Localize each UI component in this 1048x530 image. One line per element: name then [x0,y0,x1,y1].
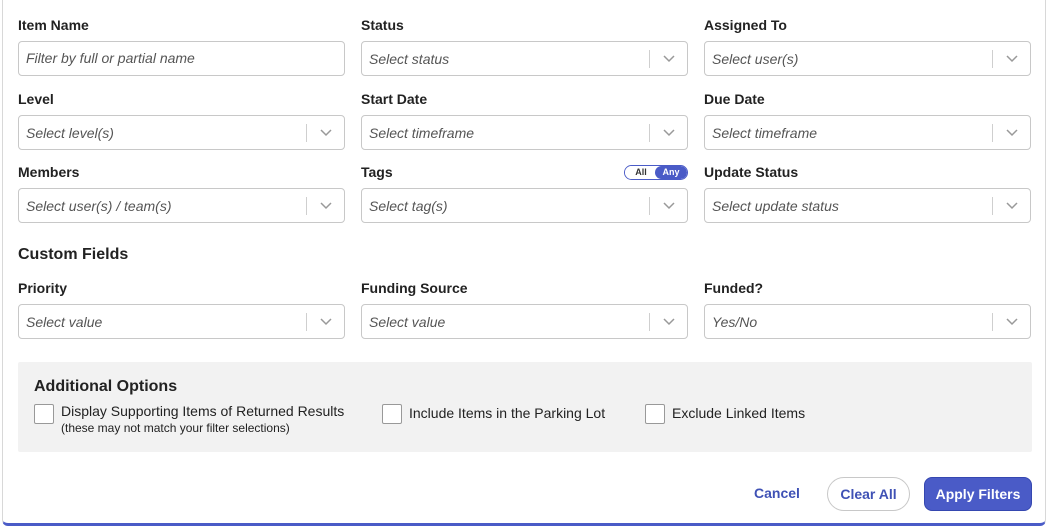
funding-source-label: Funding Source [361,280,468,296]
assigned-to-select[interactable]: Select user(s) [704,41,1031,76]
select-separator [649,124,650,142]
start-date-placeholder: Select timeframe [369,125,475,141]
assigned-to-label: Assigned To [704,17,787,33]
tags-select[interactable]: Select tag(s) [361,188,688,223]
select-separator [649,197,650,215]
due-date-label: Due Date [704,91,765,107]
chevron-down-icon[interactable] [1005,53,1019,63]
update-status-select[interactable]: Select update status [704,188,1031,223]
toggle-option-any[interactable]: Any [655,166,687,179]
apply-filters-button[interactable]: Apply Filters [924,477,1032,511]
status-select[interactable]: Select status [361,41,688,76]
chevron-down-icon[interactable] [662,316,676,326]
item-name-label: Item Name [18,17,89,33]
exclude-linked-label: Exclude Linked Items [672,405,806,421]
exclude-linked-checkbox[interactable] [645,404,665,424]
funding-source-placeholder: Select value [369,314,446,330]
update-status-placeholder: Select update status [712,198,839,214]
status-placeholder: Select status [369,51,450,67]
select-separator [306,197,307,215]
update-status-label: Update Status [704,164,799,180]
select-separator [306,124,307,142]
level-select[interactable]: Select level(s) [18,115,345,150]
select-separator [306,313,307,331]
chevron-down-icon[interactable] [1005,200,1019,210]
select-separator [992,197,993,215]
chevron-down-icon[interactable] [1005,127,1019,137]
cancel-button[interactable]: Cancel [754,485,800,501]
chevron-down-icon[interactable] [319,200,333,210]
start-date-select[interactable]: Select timeframe [361,115,688,150]
priority-select[interactable]: Select value [18,304,345,339]
display-supporting-checkbox[interactable] [34,404,54,424]
level-placeholder: Select level(s) [26,125,114,141]
select-separator [649,50,650,68]
chevron-down-icon[interactable] [662,127,676,137]
tags-label: Tags [361,164,393,180]
funded-label: Funded? [704,280,764,296]
chevron-down-icon[interactable] [319,316,333,326]
parking-lot-checkbox[interactable] [382,404,402,424]
select-separator [649,313,650,331]
funded-select[interactable]: Yes/No [704,304,1031,339]
chevron-down-icon[interactable] [662,53,676,63]
tags-placeholder: Select tag(s) [369,198,448,214]
members-placeholder: Select user(s) / team(s) [26,198,172,214]
status-label: Status [361,17,404,33]
item-name-input[interactable] [26,48,326,68]
display-supporting-label: Display Supporting Items of Returned Res… [61,403,345,419]
additional-options-title: Additional Options [34,378,178,395]
chevron-down-icon[interactable] [319,127,333,137]
select-separator [992,50,993,68]
due-date-placeholder: Select timeframe [712,125,818,141]
item-name-input-wrapper [18,41,345,76]
members-label: Members [18,164,80,180]
funding-source-select[interactable]: Select value [361,304,688,339]
parking-lot-label: Include Items in the Parking Lot [409,405,606,421]
members-select[interactable]: Select user(s) / team(s) [18,188,345,223]
select-separator [992,313,993,331]
level-label: Level [18,91,54,107]
priority-label: Priority [18,280,68,296]
display-supporting-sublabel: (these may not match your filter selecti… [61,421,290,435]
funded-placeholder: Yes/No [712,314,758,330]
due-date-select[interactable]: Select timeframe [704,115,1031,150]
priority-placeholder: Select value [26,314,103,330]
assigned-to-placeholder: Select user(s) [712,51,799,67]
custom-fields-title: Custom Fields [18,246,129,263]
clear-all-button[interactable]: Clear All [827,477,910,511]
tags-match-toggle[interactable]: All Any [624,165,688,180]
select-separator [992,124,993,142]
chevron-down-icon[interactable] [1005,316,1019,326]
start-date-label: Start Date [361,91,428,107]
toggle-option-all[interactable]: All [625,166,657,179]
chevron-down-icon[interactable] [662,200,676,210]
